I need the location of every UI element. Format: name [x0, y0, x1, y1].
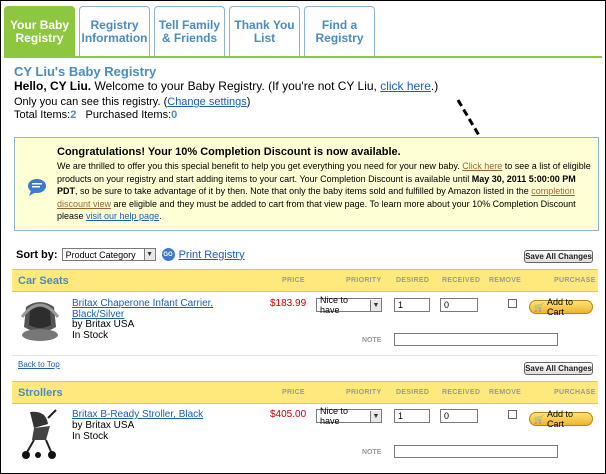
sort-select[interactable]: Product Category ▼ [61, 248, 156, 261]
col-priority: PRIORITY [346, 277, 382, 284]
privacy-end: ) [246, 96, 251, 108]
registry-tabs: Your Baby Registry Registry Information … [4, 6, 375, 56]
welcome-text: Welcome to your Baby Registry. (If you'r… [91, 79, 381, 93]
not-you-link[interactable]: click here [380, 79, 431, 93]
received-quantity-input[interactable]: 0 [440, 298, 478, 312]
section-header-strollers: Strollers PRICE PRIORITY DESIRED RECEIVE… [12, 381, 598, 404]
completion-discount-banner: Congratulations! Your 10% Completion Dis… [14, 137, 599, 231]
col-remove: REMOVE [489, 277, 522, 284]
banner-text-5: . [159, 211, 162, 221]
privacy-line: Only you can see this registry. (Change … [14, 96, 250, 108]
tab-tell-family-friends[interactable]: Tell Family & Friends [154, 6, 225, 56]
section-title: Car Seats [18, 275, 69, 287]
desired-quantity-input[interactable]: 1 [394, 298, 430, 312]
hello-name: Hello, CY Liu. [14, 79, 92, 93]
col-price: PRICE [282, 277, 305, 284]
col-priority: PRIORITY [346, 389, 382, 396]
total-items-count: 2 [70, 109, 77, 121]
sort-bar: Sort by: Product Category ▼ GO Print Reg… [16, 248, 245, 261]
sort-label: Sort by: [16, 248, 58, 261]
chevron-down-icon: ▼ [370, 410, 381, 422]
item-totals: Total Items:2 Purchased Items:0 [14, 109, 177, 121]
tab-registry-information[interactable]: Registry Information [79, 6, 150, 56]
note-label: NOTE [362, 449, 382, 456]
col-desired: DESIRED [396, 389, 430, 396]
back-to-top-link[interactable]: Back to Top [18, 360, 60, 369]
purchased-items-label: Purchased Items: [85, 109, 172, 121]
remove-checkbox[interactable] [508, 410, 517, 419]
chat-bubble-icon [28, 179, 46, 196]
change-settings-link[interactable]: Change settings [167, 96, 247, 108]
tab-thank-you-list[interactable]: Thank You List [229, 6, 300, 56]
welcome-line: Hello, CY Liu. Welcome to your Baby Regi… [14, 79, 438, 93]
note-label: NOTE [362, 337, 382, 344]
item-title-line1: Britax B-Ready Stroller, Black [72, 409, 204, 420]
page-title: CY Liu's Baby Registry [14, 64, 157, 79]
col-price: PRICE [282, 389, 305, 396]
add-to-cart-label: Add to Cart [546, 409, 573, 429]
desired-quantity-input[interactable]: 1 [394, 409, 430, 423]
item-title-line1: Britax Chaperone Infant Carrier, [72, 298, 214, 309]
item-title-link[interactable]: Britax B-Ready Stroller, Black [72, 409, 203, 420]
priority-select[interactable]: Nice to have ▼ [316, 295, 382, 315]
tab-your-baby-registry[interactable]: Your Baby Registry [4, 6, 75, 56]
car-seat-image[interactable] [18, 297, 62, 345]
row-divider [12, 355, 598, 356]
banner-text-3: , so be sure to take advantage of it by … [75, 186, 532, 196]
tab-underline [4, 56, 602, 58]
save-all-changes-button-2[interactable]: Save All Changes [524, 362, 593, 375]
welcome-end: .) [430, 79, 439, 93]
section-header-car-seats: Car Seats PRICE PRIORITY DESIRED RECEIVE… [12, 269, 598, 292]
item-stock-status: In Stock [72, 431, 109, 442]
note-input[interactable] [394, 445, 558, 458]
privacy-text: Only you can see this registry. ( [14, 96, 168, 108]
item-brand: by Britax USA [72, 420, 135, 431]
col-purchase: PURCHASE [554, 277, 596, 284]
received-quantity-input[interactable]: 0 [440, 409, 478, 423]
banner-text: We are thrilled to offer you this specia… [57, 160, 593, 223]
shopping-cart-icon: 🛒 [534, 302, 544, 312]
section-title: Strollers [18, 387, 63, 399]
print-registry-link[interactable]: Print Registry [179, 249, 245, 261]
item-stock-status: In Stock [72, 330, 109, 341]
help-page-link[interactable]: visit our help page [86, 211, 159, 221]
priority-selected-value: Nice to have [320, 295, 349, 315]
banner-text-1: We are thrilled to offer you this specia… [57, 161, 463, 171]
add-to-cart-button[interactable]: 🛒 Add to Cart [529, 409, 593, 429]
item-title-link[interactable]: Britax Chaperone Infant Carrier, Black/S… [72, 298, 213, 320]
chevron-down-icon: ▼ [370, 299, 381, 311]
add-to-cart-button[interactable]: 🛒 Add to Cart [529, 297, 593, 317]
shopping-cart-icon: 🛒 [534, 414, 544, 424]
purchased-items-count: 0 [171, 109, 178, 121]
priority-selected-value: Nice to have [320, 406, 349, 426]
chevron-down-icon: ▼ [143, 249, 155, 260]
priority-select[interactable]: Nice to have ▼ [316, 406, 382, 426]
col-received: RECEIVED [442, 277, 481, 284]
total-items-label: Total Items: [14, 109, 71, 121]
banner-click-here-link[interactable]: Click here [462, 161, 502, 171]
save-all-changes-button[interactable]: Save All Changes [524, 250, 593, 263]
note-input[interactable] [394, 333, 558, 346]
item-price: $405.00 [270, 409, 307, 420]
item-brand: by Britax USA [72, 319, 135, 330]
col-received: RECEIVED [442, 389, 481, 396]
banner-title: Congratulations! Your 10% Completion Dis… [57, 146, 401, 158]
col-remove: REMOVE [489, 389, 522, 396]
item-price: $183.99 [270, 298, 307, 309]
stroller-image[interactable] [20, 408, 60, 460]
go-button[interactable]: GO [161, 248, 175, 261]
sort-selected-value: Product Category [65, 249, 136, 260]
tab-find-a-registry[interactable]: Find a Registry [304, 6, 375, 56]
col-desired: DESIRED [396, 277, 430, 284]
col-purchase: PURCHASE [554, 389, 596, 396]
remove-checkbox[interactable] [508, 299, 517, 308]
add-to-cart-label: Add to Cart [546, 297, 573, 317]
